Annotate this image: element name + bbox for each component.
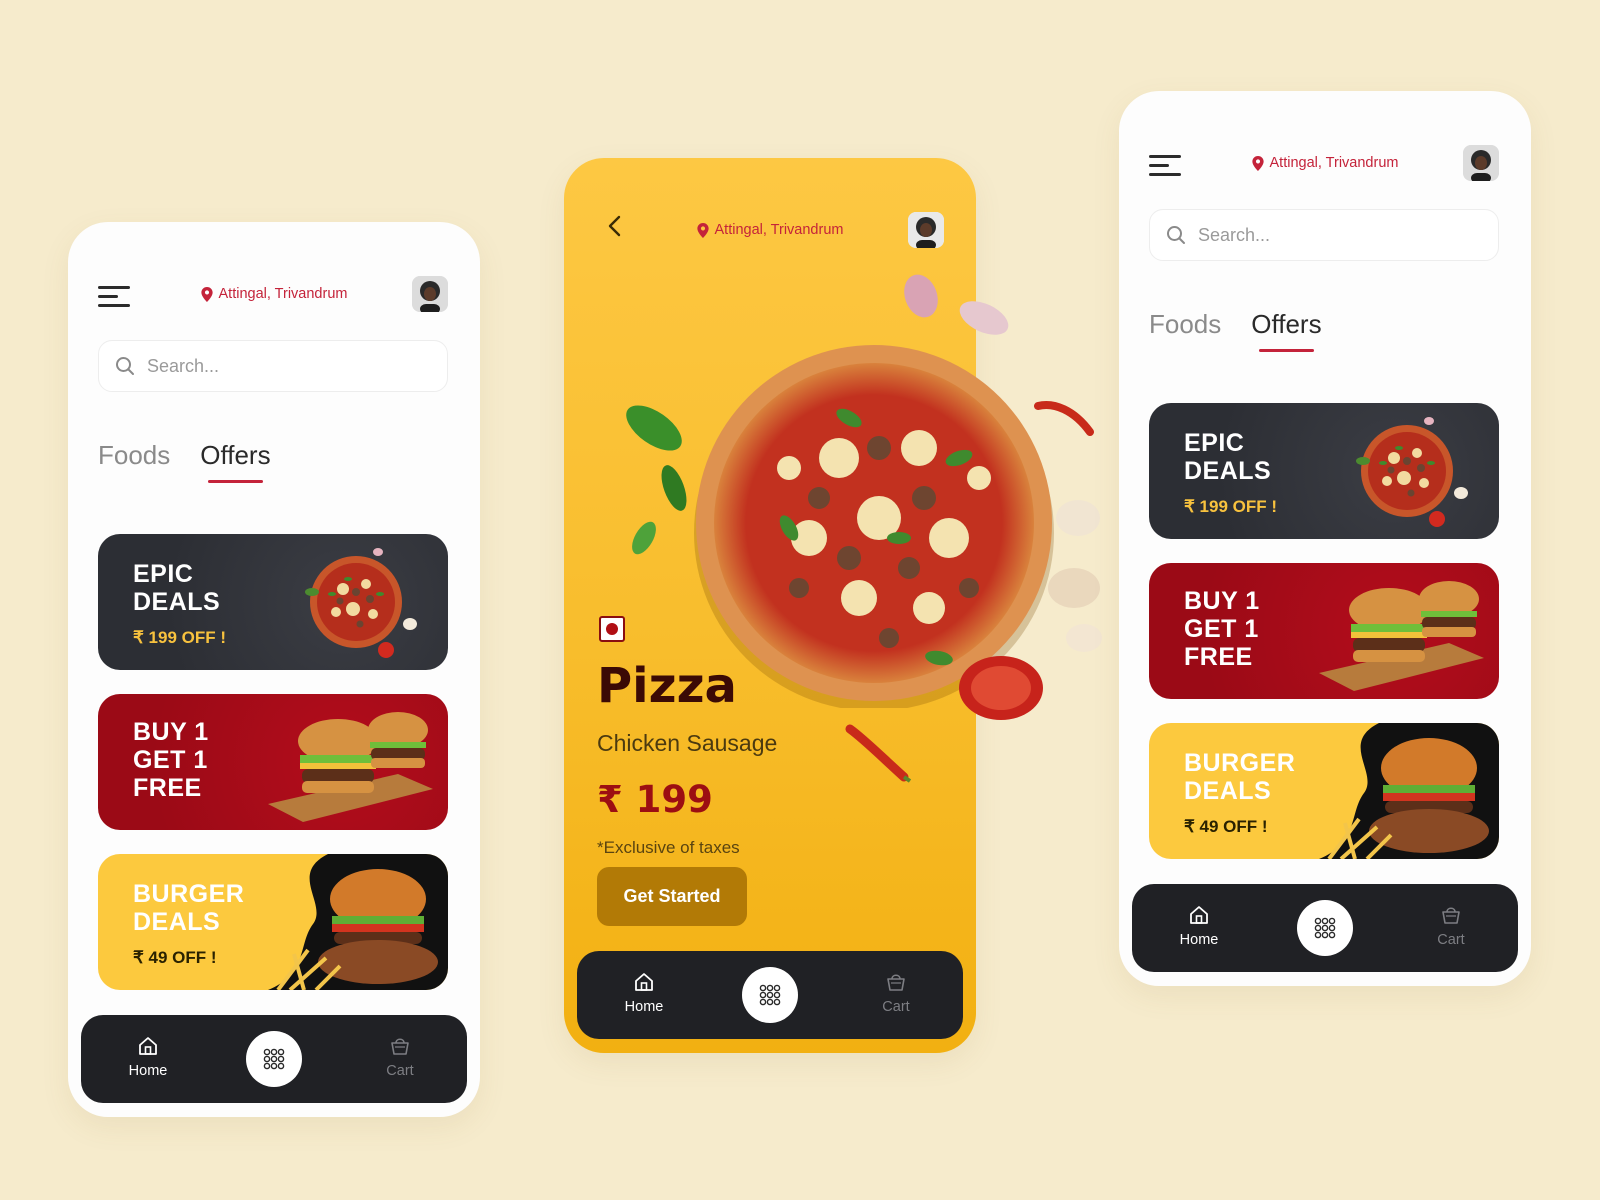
tax-note: *Exclusive of taxes	[597, 838, 740, 857]
nav-cart-label: Cart	[882, 999, 910, 1015]
offer-discount: ₹ 199 OFF !	[1184, 497, 1278, 516]
offer-discount: ₹ 49 OFF !	[1184, 817, 1268, 836]
burger-fries-image	[1319, 723, 1499, 859]
home-icon	[1190, 906, 1208, 924]
search-input[interactable]: Search...	[98, 340, 448, 392]
nav-home-label: Home	[128, 1063, 168, 1079]
chili-image	[1034, 401, 1094, 436]
cart-icon	[391, 1038, 409, 1055]
category-tabs: Foods Offers	[1149, 309, 1322, 352]
tab-foods[interactable]: Foods	[98, 440, 170, 471]
nav-menu-button[interactable]	[1297, 900, 1353, 956]
nav-home[interactable]: Home	[1159, 904, 1239, 948]
offer-card-burger-deals[interactable]: BURGER DEALS ₹ 49 OFF !	[1149, 723, 1499, 859]
location-pin-icon	[200, 286, 213, 302]
offer-card-buy-one-get-one[interactable]: BUY 1 GET 1 FREE	[98, 694, 448, 830]
nav-home-label: Home	[624, 999, 664, 1015]
nav-home[interactable]: Home	[108, 1035, 188, 1079]
pizza-image	[305, 548, 417, 658]
dish-price: ₹ 199	[597, 778, 713, 821]
basil-leaves-image	[626, 405, 687, 555]
offer-card-buy-one-get-one[interactable]: BUY 1 GET 1 FREE	[1149, 563, 1499, 699]
grid-icon	[1314, 917, 1336, 939]
garlic-image	[904, 274, 1009, 335]
phone-offers-right: Attingal, Trivandrum Search... Foods Off…	[1119, 91, 1531, 986]
offer-title: EPIC DEALS	[1184, 429, 1272, 485]
location-pin-icon	[1251, 155, 1264, 171]
category-tabs: Foods Offers	[98, 440, 271, 483]
nav-menu-button[interactable]	[742, 967, 798, 1023]
location-label: Attingal, Trivandrum	[1269, 155, 1399, 171]
avatar[interactable]	[908, 212, 944, 248]
search-placeholder: Search...	[1198, 224, 1271, 245]
double-burger-image	[268, 712, 433, 822]
offer-discount: ₹ 49 OFF !	[133, 948, 217, 967]
bottom-navbar: Home Cart	[577, 951, 963, 1039]
nav-cart-label: Cart	[1437, 932, 1465, 948]
offer-card-epic-deals[interactable]: EPIC DEALS ₹ 199 OFF !	[1149, 403, 1499, 539]
avatar[interactable]	[1463, 145, 1499, 181]
non-veg-indicator-icon	[599, 616, 625, 642]
double-burger-image	[1319, 581, 1484, 691]
get-started-button[interactable]: Get Started	[597, 867, 747, 926]
offer-card-epic-deals[interactable]: EPIC DEALS ₹ 199 OFF !	[98, 534, 448, 670]
nav-cart[interactable]: Cart	[856, 971, 936, 1015]
offer-title: BUY 1 GET 1 FREE	[133, 718, 209, 802]
home-icon	[139, 1037, 157, 1055]
offer-title: BURGER DEALS	[1184, 749, 1296, 805]
nav-menu-button[interactable]	[246, 1031, 302, 1087]
nav-home-label: Home	[1179, 932, 1219, 948]
phone-detail-center: Attingal, Trivandrum Pizza Chicken Sausa…	[564, 158, 1102, 1053]
mushroom-image	[1048, 500, 1102, 652]
nav-cart[interactable]: Cart	[1411, 904, 1491, 948]
dish-title: Pizza	[597, 658, 737, 714]
offer-card-burger-deals[interactable]: BURGER DEALS ₹ 49 OFF !	[98, 854, 448, 990]
chili-pepper-image	[845, 724, 912, 783]
grid-icon	[263, 1048, 285, 1070]
pizza-image	[1356, 417, 1468, 527]
offer-discount: ₹ 199 OFF !	[133, 628, 227, 647]
tab-offers[interactable]: Offers	[1251, 309, 1322, 352]
offer-title: BURGER DEALS	[133, 880, 245, 936]
burger-fries-image	[268, 854, 448, 990]
location-label: Attingal, Trivandrum	[714, 222, 844, 238]
nav-cart[interactable]: Cart	[360, 1035, 440, 1079]
nav-home[interactable]: Home	[604, 971, 684, 1015]
bottom-navbar: Home Cart	[1132, 884, 1518, 972]
nav-cart-label: Cart	[386, 1063, 414, 1079]
search-input[interactable]: Search...	[1149, 209, 1499, 261]
location-label: Attingal, Trivandrum	[218, 286, 348, 302]
location-pin-icon	[696, 222, 709, 238]
cart-icon	[1442, 907, 1460, 924]
tab-offers[interactable]: Offers	[200, 440, 271, 483]
phone-offers-left: Attingal, Trivandrum Search... Foods Off…	[68, 222, 480, 1117]
search-placeholder: Search...	[147, 355, 220, 376]
tab-foods[interactable]: Foods	[1149, 309, 1221, 340]
tomato-slice-image	[959, 656, 1043, 720]
offer-title: EPIC DEALS	[133, 560, 221, 616]
cart-icon	[887, 974, 905, 991]
offer-title: BUY 1 GET 1 FREE	[1184, 587, 1260, 671]
avatar[interactable]	[412, 276, 448, 312]
dish-subtitle: Chicken Sausage	[597, 730, 778, 756]
search-icon	[116, 357, 134, 375]
bottom-navbar: Home Cart	[81, 1015, 467, 1103]
search-icon	[1167, 226, 1185, 244]
grid-icon	[759, 984, 781, 1006]
home-icon	[635, 973, 653, 991]
